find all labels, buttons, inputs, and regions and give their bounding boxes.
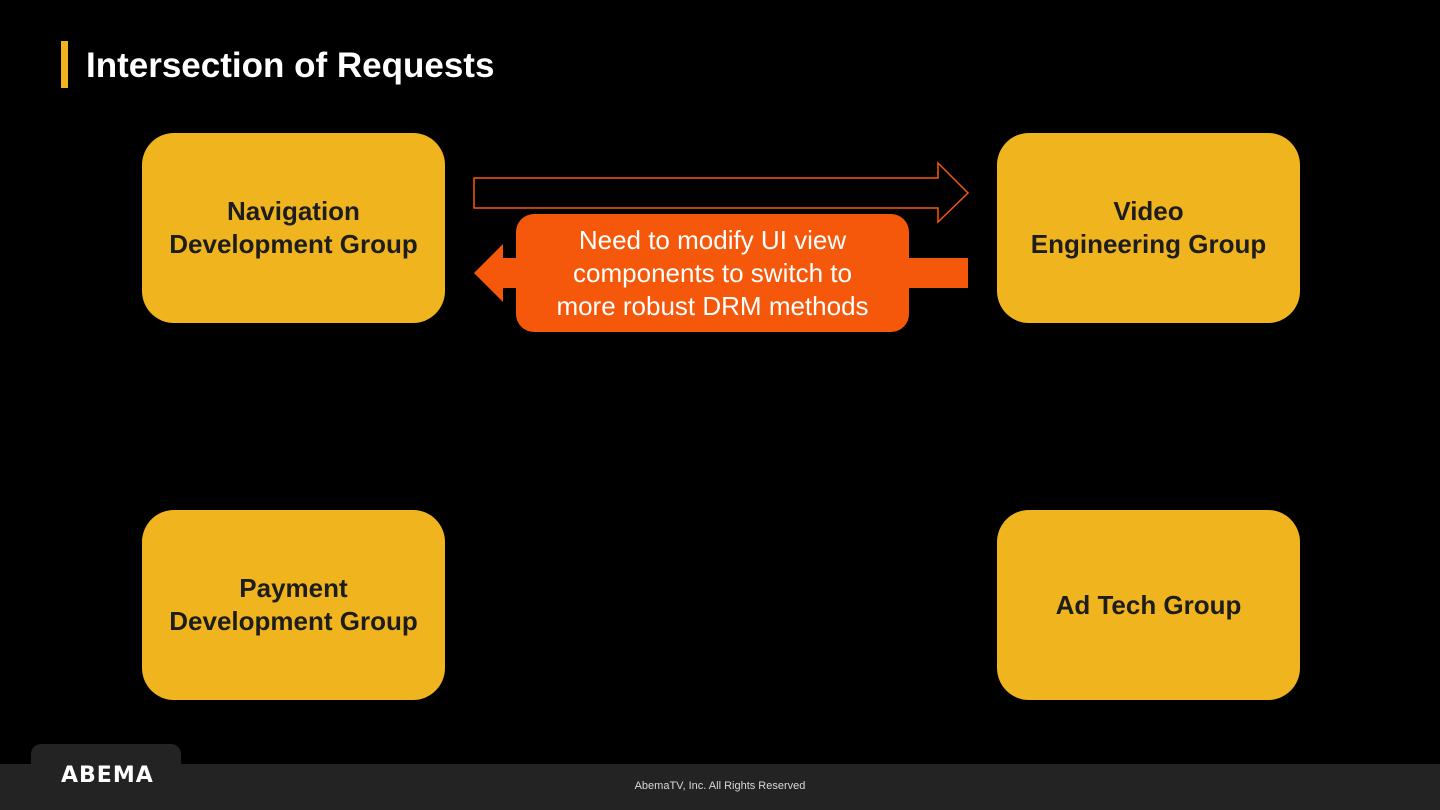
callout-line2: components to switch to — [573, 257, 852, 288]
copyright-text: AbemaTV, Inc. All Rights Reserved — [634, 780, 806, 792]
callout-line1: Need to modify UI view — [578, 224, 847, 255]
callout-line3: more robust DRM methods — [556, 290, 869, 321]
request-arrows — [473, 161, 970, 302]
request-callout: Need to modify UI view components to swi… — [516, 214, 909, 332]
